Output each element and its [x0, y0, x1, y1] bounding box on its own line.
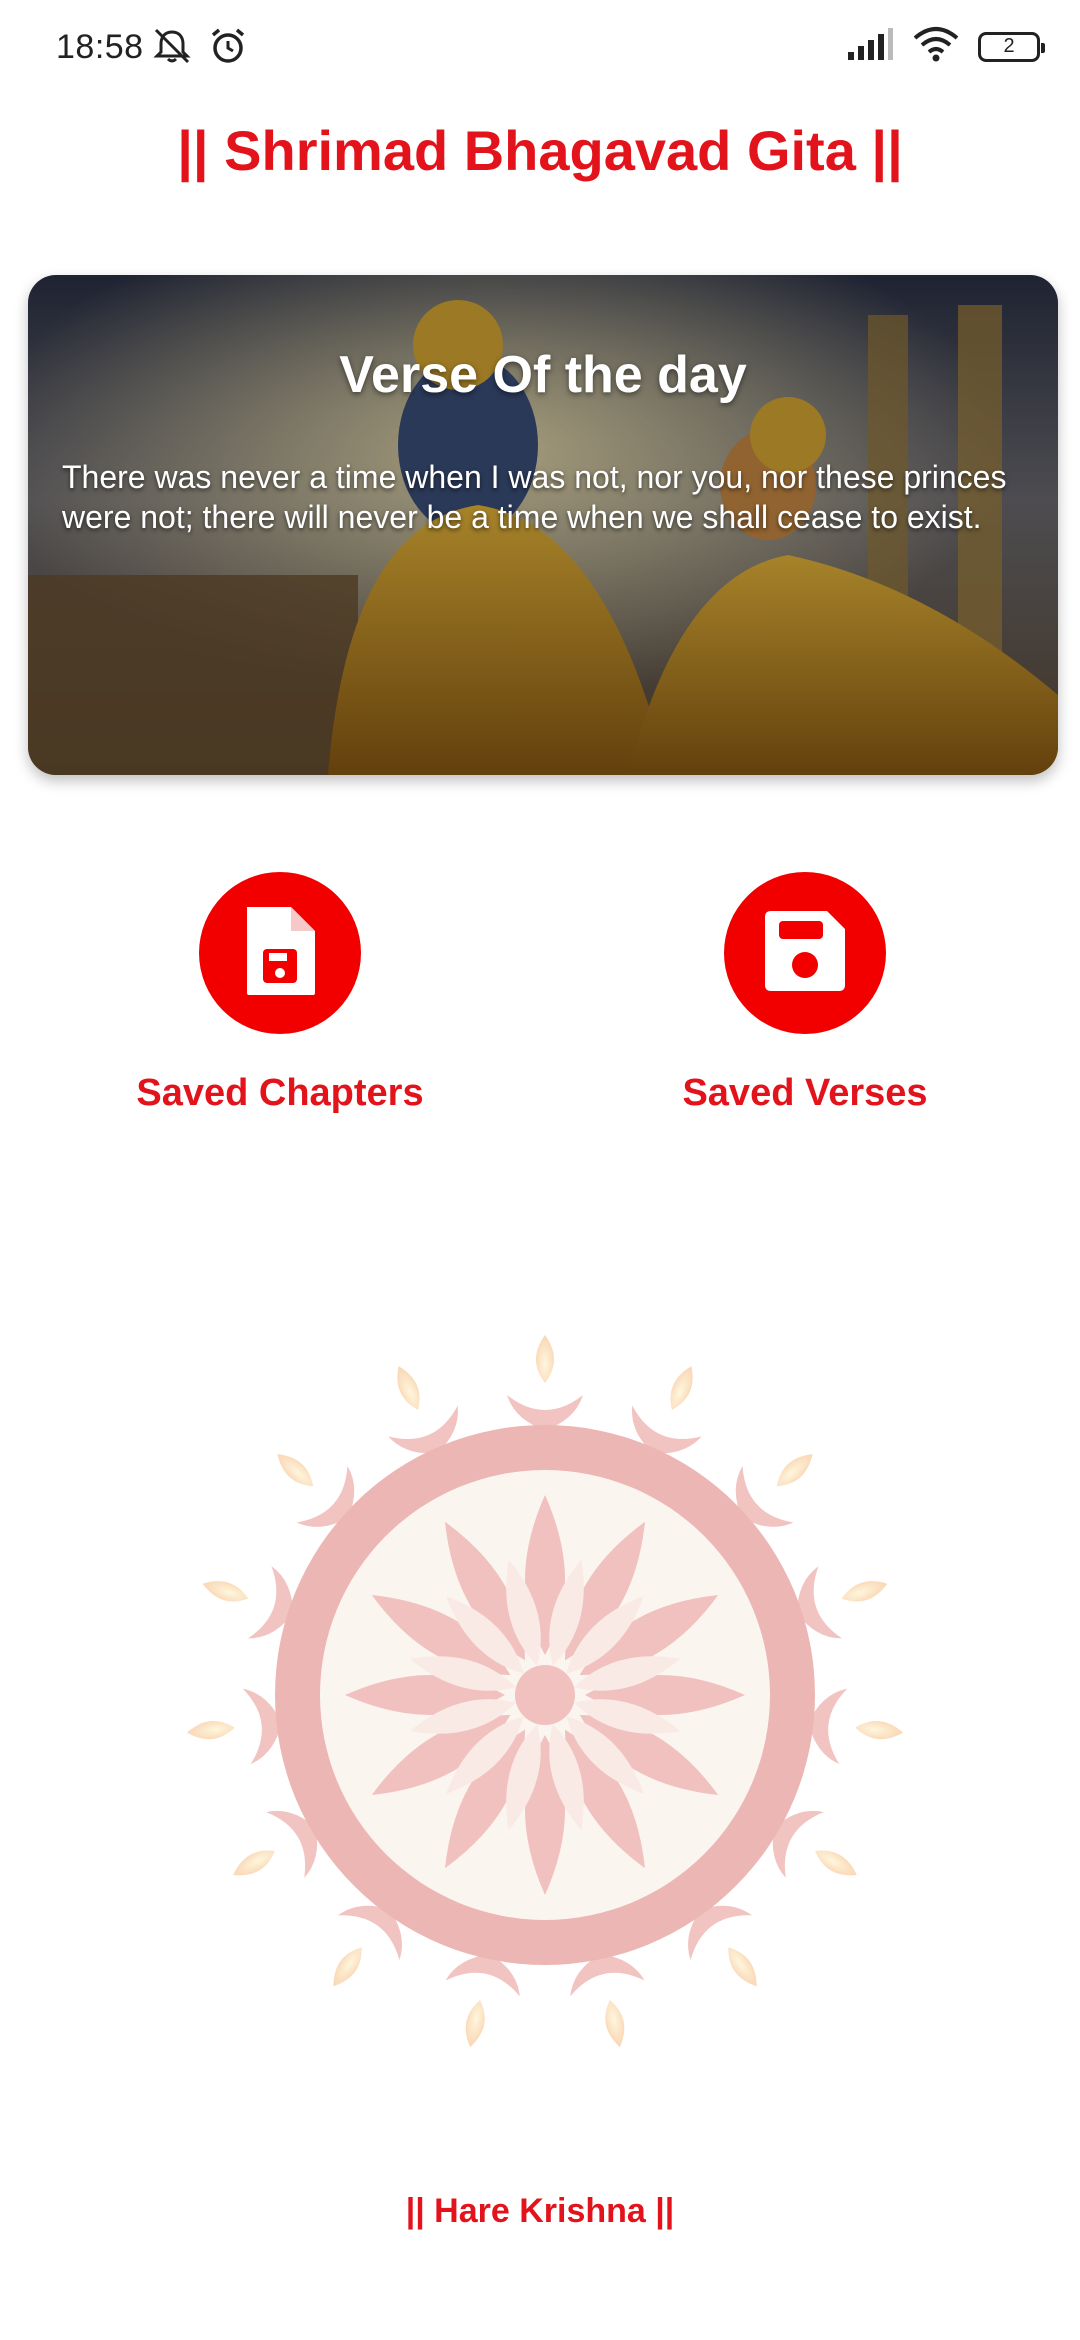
signal-icon	[846, 26, 894, 67]
status-left-icons	[150, 26, 248, 71]
verse-text: There was never a time when I was not, n…	[62, 459, 1007, 535]
saved-verses-label: Saved Verses	[682, 1072, 928, 1114]
diya-mandala-decoration	[185, 1335, 905, 2055]
status-bar: 18:58 2	[0, 0, 1080, 96]
wifi-icon	[912, 26, 960, 67]
saved-file-icon	[241, 903, 319, 1004]
saved-chapters-label: Saved Chapters	[136, 1072, 424, 1114]
saved-chapters-button[interactable]: Saved Chapters	[80, 872, 480, 1115]
footer-text: || Hare Krishna ||	[405, 2192, 675, 2230]
saved-verses-button[interactable]: Saved Verses	[605, 872, 1005, 1115]
status-time: 18:58	[56, 28, 144, 66]
page-title: || Shrimad Bhagavad Gita ||	[177, 119, 903, 182]
floppy-disk-icon	[757, 903, 853, 1004]
status-right-icons: 2	[846, 26, 1045, 67]
mute-icon	[150, 26, 194, 71]
verse-heading: Verse Of the day	[339, 346, 747, 404]
alarm-icon	[208, 26, 248, 71]
verse-of-day-card[interactable]: Verse Of the day There was never a time …	[28, 275, 1058, 775]
saved-chapters-circle[interactable]	[199, 872, 361, 1034]
battery-icon: 2	[978, 31, 1045, 62]
saved-verses-circle[interactable]	[724, 872, 886, 1034]
